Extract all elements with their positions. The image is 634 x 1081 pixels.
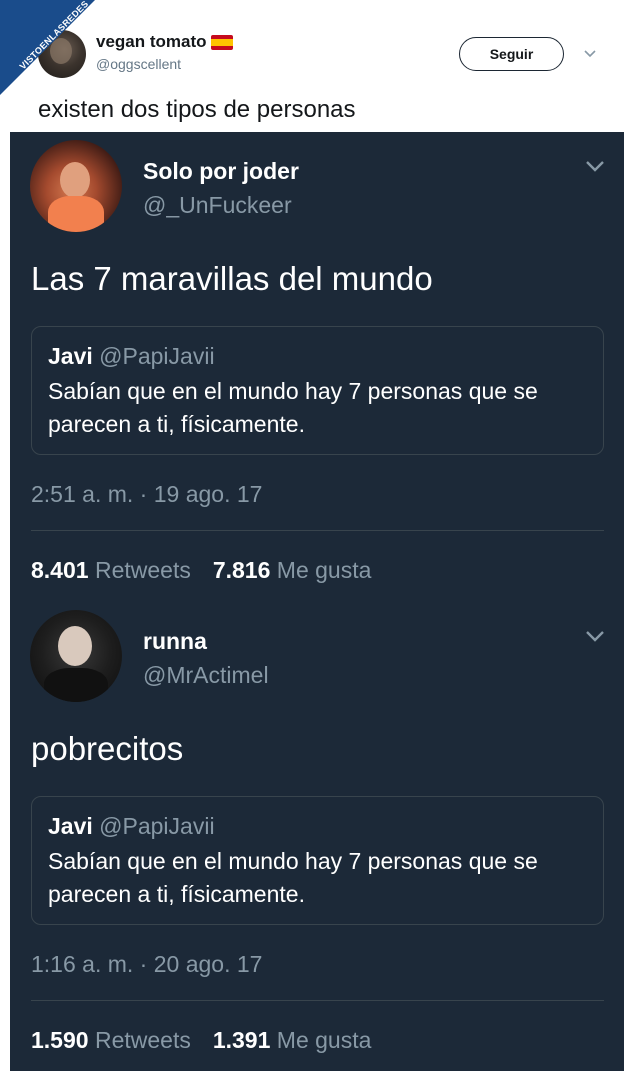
outer-tweet: vegan tomato @oggscellent Seguir existen… — [0, 0, 634, 132]
likes-count[interactable]: 7.816 Me gusta — [213, 557, 372, 584]
retweets-label: Retweets — [94, 557, 191, 583]
retweets-count[interactable]: 8.401 Retweets — [31, 557, 191, 584]
retweets-value: 1.590 — [31, 1027, 89, 1053]
tweet-timestamp[interactable]: 2:51 a. m. · 19 ago. 17 — [31, 481, 262, 508]
quoted-author-handle: @PapiJavii — [99, 343, 215, 369]
author-handle[interactable]: @_UnFuckeer — [143, 192, 292, 219]
likes-label: Me gusta — [276, 1027, 372, 1053]
spain-flag-icon — [210, 34, 233, 50]
likes-count[interactable]: 1.391 Me gusta — [213, 1027, 372, 1054]
likes-value: 1.391 — [212, 1027, 271, 1053]
retweets-count[interactable]: 1.590 Retweets — [31, 1027, 191, 1054]
quoted-tweet-text: Sabían que en el mundo hay 7 personas qu… — [48, 848, 538, 907]
divider — [31, 1000, 604, 1001]
tweet-text: existen dos tipos de personas — [38, 96, 356, 123]
tweet-text: pobrecitos — [31, 730, 184, 767]
avatar[interactable] — [30, 140, 122, 232]
author-name[interactable]: Solo por joder — [143, 158, 299, 185]
quoted-tweet[interactable]: Javi @PapiJavii Sabían que en el mundo h… — [31, 326, 604, 455]
author-handle[interactable]: @oggscellent — [96, 56, 181, 72]
avatar[interactable] — [30, 610, 122, 702]
retweets-value: 8.401 — [31, 557, 89, 583]
divider — [31, 530, 604, 531]
likes-value: 7.816 — [212, 557, 271, 583]
quoted-author: Javi @PapiJavii — [48, 813, 215, 840]
tweet-text: Las 7 maravillas del mundo — [31, 260, 433, 297]
quoted-author-name: Javi — [48, 343, 93, 369]
tweet-timestamp[interactable]: 1:16 a. m. · 20 ago. 17 — [31, 951, 262, 978]
author-row: vegan tomato — [96, 32, 233, 52]
chevron-down-icon[interactable] — [585, 629, 605, 643]
author-handle[interactable]: @MrActimel — [143, 662, 269, 689]
follow-button[interactable]: Seguir — [459, 37, 564, 71]
retweets-label: Retweets — [94, 1027, 191, 1053]
quoted-tweet-text: Sabían que en el mundo hay 7 personas qu… — [48, 378, 538, 437]
author-name[interactable]: runna — [143, 628, 207, 655]
quoted-tweet[interactable]: Javi @PapiJavii Sabían que en el mundo h… — [31, 796, 604, 925]
likes-label: Me gusta — [276, 557, 372, 583]
chevron-down-icon[interactable] — [585, 159, 605, 173]
tweet-stats: 8.401 Retweets 7.816 Me gusta — [31, 557, 371, 584]
tweet-stats: 1.590 Retweets 1.391 Me gusta — [31, 1027, 371, 1054]
quoted-author: Javi @PapiJavii — [48, 343, 215, 370]
quoted-author-name: Javi — [48, 813, 93, 839]
author-name[interactable]: vegan tomato — [96, 32, 207, 52]
embedded-screenshot: Solo por joder @_UnFuckeer Las 7 maravil… — [10, 132, 624, 1071]
quoted-author-handle: @PapiJavii — [99, 813, 215, 839]
chevron-down-icon[interactable] — [582, 45, 598, 61]
